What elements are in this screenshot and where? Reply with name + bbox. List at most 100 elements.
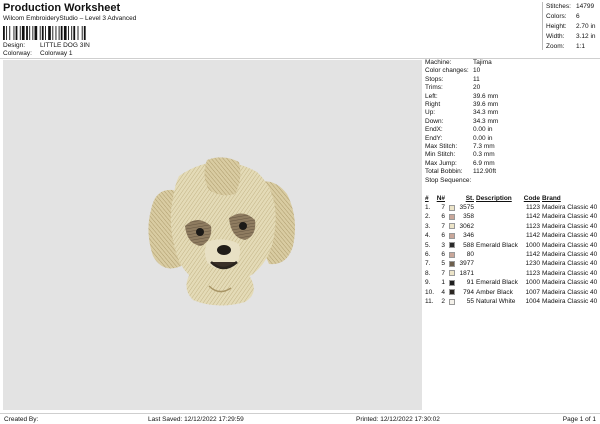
barcode-bar: [29, 26, 31, 40]
thread-color-swatch: [449, 251, 455, 258]
stitch-count: 3977: [459, 260, 474, 268]
table-body: 1. 7 3575 1123 Madeira Classic 40 2. 6 358 1142 M…: [425, 203, 599, 306]
color-swatch: [447, 289, 457, 296]
info-label: Down:: [425, 117, 444, 125]
thread-code: 1123: [526, 222, 540, 230]
barcode-bar: [41, 26, 44, 40]
info-label: Up:: [425, 109, 436, 117]
color-swatch: [447, 214, 457, 221]
thread-code: 1123: [526, 204, 540, 211]
worksheet-header: Production Worksheet Wilcom EmbroiderySt…: [3, 2, 423, 57]
table-row: 7. 5 3977 1230 Madeira Classic 40: [425, 259, 599, 268]
thread-brand: Madeira Classic 40: [542, 241, 598, 249]
thread-color-swatch: [449, 279, 455, 286]
row-number: 11.: [425, 297, 434, 305]
thread-brand: Madeira Classic 40: [542, 279, 598, 287]
info-label: EndX:: [425, 126, 443, 134]
row-number: 7.: [425, 260, 431, 268]
info-label: Right: [425, 100, 441, 108]
barcode-bar: [19, 26, 21, 40]
software-subtitle: Wilcom EmbroideryStudio – Level 3 Advanc…: [3, 15, 137, 22]
stitch-count: 346: [463, 232, 474, 240]
needle-number: 7: [441, 222, 445, 230]
info-label: Min Stitch:: [425, 151, 456, 159]
colorway-value: Colorway 1: [40, 50, 73, 57]
info-row: EndX: 0.00 in: [425, 126, 598, 134]
info-label: Max Stitch:: [425, 142, 458, 150]
row-number: 6.: [425, 250, 431, 258]
info-label: Machine:: [425, 59, 452, 66]
thread-color-swatch: [449, 298, 455, 305]
thread-brand: Madeira Classic 40: [542, 222, 598, 230]
stitch-count: 3062: [459, 222, 474, 230]
color-swatch: [447, 279, 457, 286]
row-number: 10.: [425, 288, 435, 296]
height-label: Height:: [546, 23, 567, 30]
thread-brand: Madeira Classic 40: [542, 213, 598, 221]
thread-description: Emerald Black: [476, 279, 518, 287]
needle-number: 2: [441, 297, 445, 305]
col-header-code: Code: [523, 195, 540, 202]
info-value: 0.3 mm: [473, 151, 495, 159]
info-value: 34.3 mm: [473, 117, 499, 125]
thread-brand: Madeira Classic 40: [542, 260, 598, 268]
table-row: 1. 7 3575 1123 Madeira Classic 40: [425, 203, 599, 212]
table-row: 6. 6 80 1142 Madeira Classic 40: [425, 250, 599, 259]
thread-color-swatch: [449, 242, 455, 249]
barcode-bar: [48, 26, 51, 40]
barcode-bar: [45, 26, 46, 40]
thread-color-swatch: [449, 232, 455, 239]
thread-code: 1007: [525, 288, 540, 296]
page-number: Page 1 of 1: [562, 416, 596, 423]
needle-number: 6: [441, 250, 445, 258]
table-row: 4. 6 346 1142 Madeira Classic 40: [425, 231, 599, 240]
color-swatch: [447, 223, 457, 230]
needle-number: 5: [441, 260, 445, 268]
stitch-count: 3575: [459, 204, 474, 211]
colors-label: Colors:: [546, 13, 567, 20]
barcode-bar: [63, 26, 67, 40]
col-header-stitches: St.: [465, 195, 474, 202]
color-swatch: [447, 232, 457, 239]
table-header: # N# St. Description Code Brand: [425, 194, 599, 203]
barcode-bar: [77, 26, 79, 40]
design-row: Design: LITTLE DOG 3IN: [3, 42, 90, 50]
thread-color-swatch: [449, 214, 455, 221]
zoom-value: 1:1: [576, 43, 586, 50]
row-number: 3.: [425, 222, 431, 230]
colors-value: 6: [576, 13, 580, 20]
thread-code: 1123: [526, 269, 540, 277]
barcode-bar: [58, 26, 60, 40]
row-number: 8.: [425, 269, 431, 277]
stitch-count: 1871: [459, 269, 474, 277]
info-label: Color changes:: [425, 67, 469, 75]
info-row: Stops: 11: [425, 76, 598, 84]
table-row: 10. 4 794 Amber Black 1007 Madeira Classic 40: [425, 288, 599, 297]
barcode-bar: [60, 26, 63, 40]
stitch-count: 91: [466, 279, 474, 287]
thread-code: 1142: [526, 250, 540, 258]
design-label: Design:: [3, 42, 26, 49]
table-row: 3. 7 3062 1123 Madeira Classic 40: [425, 222, 599, 231]
info-label: EndY:: [425, 134, 443, 142]
thread-brand: Madeira Classic 40: [542, 204, 598, 211]
stop-sequence-table: # N# St. Description Code Brand 1. 7 3575 1…: [425, 194, 599, 306]
summary-divider: [542, 2, 543, 50]
table-row: 2. 6 358 1142 Madeira Classic 40: [425, 212, 599, 221]
info-value: 11: [473, 75, 480, 83]
col-header-brand: Brand: [542, 195, 561, 202]
barcode-bar: [34, 26, 38, 40]
machine-info-panel: Machine: Tajima Color changes: 10 Stops: 11…: [425, 59, 598, 185]
needle-number: 4: [441, 288, 445, 296]
info-row: EndY: 0.00 in: [425, 135, 598, 143]
barcode-bar: [13, 26, 15, 40]
info-row: Max Stitch: 7.3 mm: [425, 143, 598, 151]
info-value: 0.00 in: [473, 134, 493, 142]
info-row: Trims: 20: [425, 84, 598, 92]
barcode-bar: [21, 26, 25, 40]
info-row: Down: 34.3 mm: [425, 118, 598, 126]
width-label: Width:: [546, 33, 565, 40]
info-row: Left: 39.6 mm: [425, 93, 598, 101]
table-row: 9. 1 91 Emerald Black 1000 Madeira Classic 40: [425, 278, 599, 287]
table-row: 11. 2 55 Natural White 1004 Madeira Classic 4…: [425, 297, 599, 306]
